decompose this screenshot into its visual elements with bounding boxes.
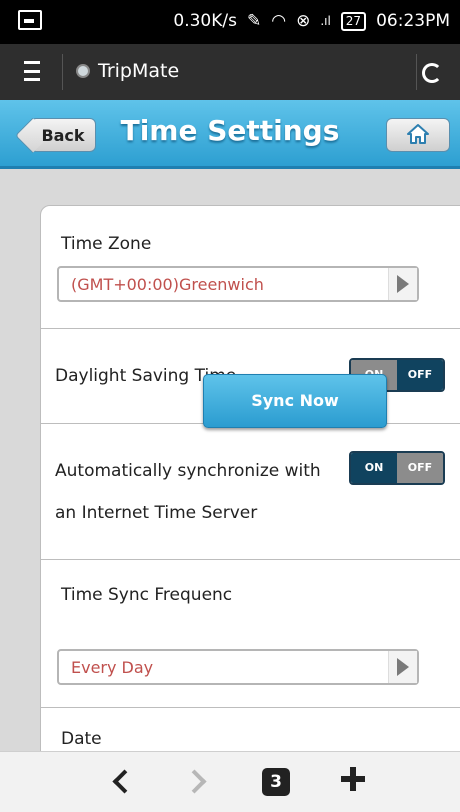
toggle-off-segment[interactable]: OFF (397, 360, 443, 390)
app-bar: TripMate (0, 44, 460, 100)
sync-frequency-row: Time Sync Frequenc Every Day (41, 559, 460, 708)
date-label: Date (61, 729, 102, 749)
page-header: Back Time Settings (0, 100, 460, 169)
back-arrow-icon[interactable] (112, 769, 137, 794)
time-zone-label: Time Zone (61, 234, 152, 254)
wifi-icon: ◠ (271, 11, 287, 31)
auto-sync-label-line1: Automatically synchronize with (55, 461, 321, 481)
auto-sync-row: Automatically synchronize with an Intern… (41, 423, 460, 560)
browser-bottom-bar: 3 (0, 751, 460, 812)
sync-frequency-label: Time Sync Frequenc (61, 585, 233, 605)
forward-arrow-icon[interactable] (182, 769, 207, 794)
status-indicators: 0.30K/s ✎ ◠ ⊗ .ıl 27 06:23PM (173, 11, 450, 31)
toggle-off-segment[interactable]: OFF (397, 453, 443, 483)
toggle-on-segment[interactable]: ON (351, 453, 397, 483)
select-arrow-icon (388, 651, 417, 683)
app-title: TripMate (98, 60, 180, 82)
auto-sync-label-line2: an Internet Time Server (55, 503, 258, 523)
blocked-icon: ⊗ (296, 11, 311, 31)
sync-frequency-select[interactable]: Every Day (57, 649, 419, 685)
app-logo-icon (76, 64, 90, 78)
time-zone-value: (GMT+00:00)Greenwich (71, 275, 264, 294)
time-zone-row: Time Zone (GMT+00:00)Greenwich (41, 206, 460, 329)
auto-sync-toggle[interactable]: ON OFF (349, 451, 445, 485)
clock: 06:23PM (376, 11, 450, 31)
menu-icon[interactable] (24, 61, 40, 81)
time-zone-select[interactable]: (GMT+00:00)Greenwich (57, 266, 419, 302)
home-icon (407, 124, 429, 144)
sync-frequency-value: Every Day (71, 658, 154, 677)
select-arrow-icon (388, 268, 417, 300)
home-button[interactable] (386, 118, 450, 152)
network-speed: 0.30K/s (173, 11, 237, 31)
muted-icon: ✎ (246, 11, 262, 31)
divider (416, 54, 417, 90)
screenshot-notification-icon (18, 10, 42, 30)
refresh-icon[interactable] (422, 63, 442, 83)
new-tab-icon[interactable] (341, 767, 365, 791)
settings-card: Time Zone (GMT+00:00)Greenwich Daylight … (40, 205, 460, 767)
sync-now-button[interactable]: Sync Now (203, 374, 387, 428)
signal-icon: .ıl (320, 14, 331, 28)
battery-icon: 27 (340, 11, 367, 31)
divider (62, 54, 63, 90)
tab-count-button[interactable]: 3 (262, 768, 290, 796)
status-bar: 0.30K/s ✎ ◠ ⊗ .ıl 27 06:23PM (0, 0, 460, 44)
